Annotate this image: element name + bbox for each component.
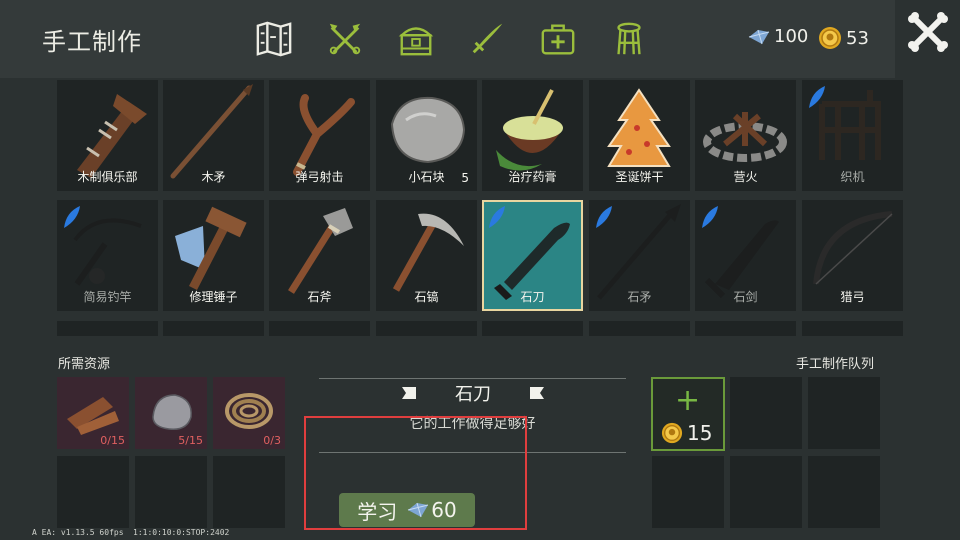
- recipe-label: 简易钓竿: [83, 290, 132, 304]
- tab-storage[interactable]: [380, 14, 451, 64]
- recipe-slot-stone-axe[interactable]: 石斧: [269, 200, 370, 311]
- recipe-label: 石剑: [733, 290, 758, 304]
- tab-map[interactable]: [238, 14, 309, 64]
- recipe-slot-slingshot[interactable]: 弹弓射击: [269, 80, 370, 191]
- recipe-label: 石矛: [627, 290, 652, 304]
- wood-icon: [67, 397, 119, 435]
- rope-icon: [225, 393, 273, 429]
- tab-furniture[interactable]: [593, 14, 664, 64]
- queue-slot: [808, 456, 880, 528]
- resource-slot-wood[interactable]: 0/15: [57, 377, 129, 449]
- resource-slot-empty: [213, 456, 285, 528]
- recipe-slot-christmas-cookie[interactable]: 圣诞饼干: [589, 80, 690, 191]
- feather-icon: [489, 206, 505, 228]
- resource-count: 5/15: [178, 434, 203, 447]
- recipe-label: 织机: [840, 170, 865, 184]
- banner-right-icon: [530, 387, 544, 399]
- feather-icon: [702, 206, 718, 228]
- close-button[interactable]: [895, 0, 960, 64]
- recipe-slot-healing-ointment[interactable]: 治疗药膏: [482, 80, 583, 191]
- recipe-label: 圣诞饼干: [615, 170, 664, 184]
- queue-title: 手工制作队列: [796, 357, 875, 372]
- top-bar: 手工制作 100 53: [0, 0, 895, 78]
- feather-icon: [596, 206, 612, 228]
- recipe-label: 木矛: [201, 170, 226, 184]
- resource-slot-empty: [135, 456, 207, 528]
- coin-counter: 53: [818, 26, 869, 50]
- tab-medical[interactable]: [522, 14, 593, 64]
- gem-counter: 100: [748, 26, 808, 47]
- recipe-slot-row3-7[interactable]: [695, 321, 796, 336]
- recipe-slot-stone-pickaxe[interactable]: 石镐: [376, 200, 477, 311]
- item-name: 石刀: [455, 384, 491, 405]
- recipe-label: 猎弓: [840, 290, 865, 304]
- coin-count: 53: [846, 27, 869, 49]
- stool-icon: [616, 22, 641, 55]
- recipe-slot-stone-sword[interactable]: 石剑: [695, 200, 796, 311]
- recipe-label: 石镐: [414, 290, 439, 304]
- feather-icon: [64, 206, 80, 228]
- version-text: A EA: v1.13.5 60fps: [32, 528, 124, 537]
- recipe-slot-row3-8[interactable]: [802, 321, 903, 336]
- recipe-label: 弹弓射击: [295, 170, 344, 184]
- recipe-slot-hunting-bow[interactable]: 猎弓: [802, 200, 903, 311]
- debug-text: 1:1:0:10:0:STOP:2402: [133, 528, 230, 537]
- queue-slot: [808, 377, 880, 449]
- resource-count: 0/3: [263, 434, 281, 447]
- queue-unlock-slot[interactable]: + 15: [651, 377, 725, 451]
- recipe-slot-row3-5[interactable]: [482, 321, 583, 336]
- recipe-slot-small-stone[interactable]: 小石块 5: [376, 80, 477, 191]
- unlock-cost: 15: [661, 421, 712, 445]
- category-tabs: [238, 14, 664, 64]
- recipe-slot-row3-1[interactable]: [57, 321, 158, 336]
- recipe-label: 治疗药膏: [508, 170, 557, 184]
- recipe-slot-campfire[interactable]: 营火: [695, 80, 796, 191]
- queue-slot: [730, 377, 802, 449]
- unlock-cost-value: 15: [687, 421, 713, 445]
- resource-slot-rope[interactable]: 0/3: [213, 377, 285, 449]
- coin-icon: [819, 27, 841, 49]
- recipe-slot-stone-spear[interactable]: 石矛: [589, 200, 690, 311]
- recipe-grid: 木制俱乐部 木矛 弹弓射击 小石块 5 治疗药膏 圣诞饼干 营火 织机 简易钓竿…: [0, 78, 960, 336]
- recipe-slot-wooden-club[interactable]: 木制俱乐部: [57, 80, 158, 191]
- gem-icon: [748, 29, 770, 44]
- recipe-slot-repair-hammer[interactable]: 修理锤子: [163, 200, 264, 311]
- queue-slot: [730, 456, 802, 528]
- resource-slot-stone[interactable]: 5/15: [135, 377, 207, 449]
- map-icon: [256, 21, 291, 57]
- chest-icon: [398, 27, 433, 56]
- feather-icon: [809, 86, 825, 108]
- recipe-label: 木制俱乐部: [77, 170, 138, 184]
- tab-tools[interactable]: [309, 14, 380, 64]
- highlight-box: [304, 416, 527, 530]
- recipe-slot-stone-knife[interactable]: 石刀: [482, 200, 583, 311]
- detail-divider-top: [319, 378, 626, 379]
- recipe-label: 石斧: [307, 290, 332, 304]
- coin-icon: [661, 422, 683, 444]
- close-bone-icon: [907, 12, 948, 52]
- recipe-slot-row3-6[interactable]: [589, 321, 690, 336]
- recipe-slot-row3-3[interactable]: [269, 321, 370, 336]
- queue-slot: [652, 456, 724, 528]
- recipe-slot-loom[interactable]: 织机: [802, 80, 903, 191]
- recipe-slot-row3-4[interactable]: [376, 321, 477, 336]
- recipe-label: 修理锤子: [189, 290, 238, 304]
- tab-weapons[interactable]: [451, 14, 522, 64]
- sword-icon: [472, 23, 502, 54]
- gem-count: 100: [774, 26, 809, 47]
- plus-icon: +: [675, 383, 701, 418]
- recipe-label: 营火: [733, 170, 758, 184]
- recipe-slot-row3-2[interactable]: [163, 321, 264, 336]
- recipe-slot-fishing-rod[interactable]: 简易钓竿: [57, 200, 158, 311]
- crossed-tools-icon: [329, 23, 360, 55]
- recipe-label: 石刀: [520, 290, 545, 304]
- recipe-slot-wooden-spear[interactable]: 木矛: [163, 80, 264, 191]
- page-title: 手工制作: [42, 28, 142, 56]
- resource-count: 0/15: [100, 434, 125, 447]
- medkit-icon: [541, 24, 574, 55]
- resource-slot-empty: [57, 456, 129, 528]
- stone-icon: [152, 394, 192, 430]
- recipe-quantity: 5: [461, 171, 469, 185]
- resources-title: 所需资源: [58, 357, 111, 372]
